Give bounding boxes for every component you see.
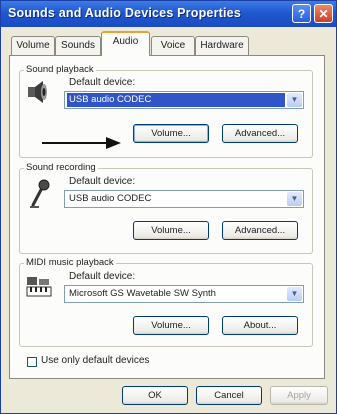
sounds-audio-properties-dialog: Sounds and Audio Devices Properties ? ✕ … [0,0,337,414]
sound-playback-label: Sound playback [24,64,96,75]
chevron-down-icon[interactable]: ▼ [287,93,302,107]
tab-audio[interactable]: Audio [101,31,150,56]
midi-device-select[interactable]: Microsoft GS Wavetable SW Synth ▼ [64,285,304,303]
ok-button[interactable]: OK [122,386,188,405]
window-title: Sounds and Audio Devices Properties [8,6,241,20]
midi-playback-label: MIDI music playback [24,257,116,268]
playback-advanced-button[interactable]: Advanced... [222,124,298,143]
sound-recording-label: Sound recording [24,162,98,173]
use-only-default-checkbox[interactable] [27,357,37,367]
recording-device-select[interactable]: USB audio CODEC ▼ [64,190,304,208]
midi-keyboard-icon [26,277,52,297]
microphone-icon [30,179,50,208]
tab-strip: Volume Sounds Audio Voice Hardware [1,31,336,56]
midi-volume-button[interactable]: Volume... [133,316,209,335]
close-button[interactable]: ✕ [314,4,333,23]
tab-sounds[interactable]: Sounds [55,36,101,55]
playback-volume-button[interactable]: Volume... [133,124,209,143]
midi-about-button[interactable]: About... [222,316,298,335]
midi-device-value: Microsoft GS Wavetable SW Synth [69,288,216,299]
recording-advanced-button[interactable]: Advanced... [222,221,298,240]
tab-hardware[interactable]: Hardware [195,36,249,55]
playback-device-select[interactable]: USB audio CODEC ▼ [64,91,304,109]
recording-default-device-label: Default device: [69,176,136,187]
help-button[interactable]: ? [292,4,311,23]
midi-default-device-label: Default device: [69,271,136,282]
audio-tab-panel: Sound playback Default device: USB audio… [9,55,325,379]
use-only-default-label[interactable]: Use only default devices [41,355,149,366]
recording-volume-button[interactable]: Volume... [133,221,209,240]
sound-recording-group: Sound recording Default device: USB audi… [19,162,313,254]
playback-device-value: USB audio CODEC [67,93,285,107]
playback-default-device-label: Default device: [69,77,136,88]
recording-device-value: USB audio CODEC [69,193,152,204]
tab-voice[interactable]: Voice [151,36,195,55]
title-bar[interactable]: Sounds and Audio Devices Properties ? ✕ [1,1,336,27]
chevron-down-icon[interactable]: ▼ [287,287,302,301]
tab-volume[interactable]: Volume [11,36,55,55]
midi-playback-group: MIDI music playback Default device: Micr… [19,257,313,347]
apply-button[interactable]: Apply [270,386,328,405]
cancel-button[interactable]: Cancel [196,386,262,405]
speaker-icon [28,81,47,103]
chevron-down-icon[interactable]: ▼ [287,192,302,206]
arrow-annotation-icon [42,137,121,149]
